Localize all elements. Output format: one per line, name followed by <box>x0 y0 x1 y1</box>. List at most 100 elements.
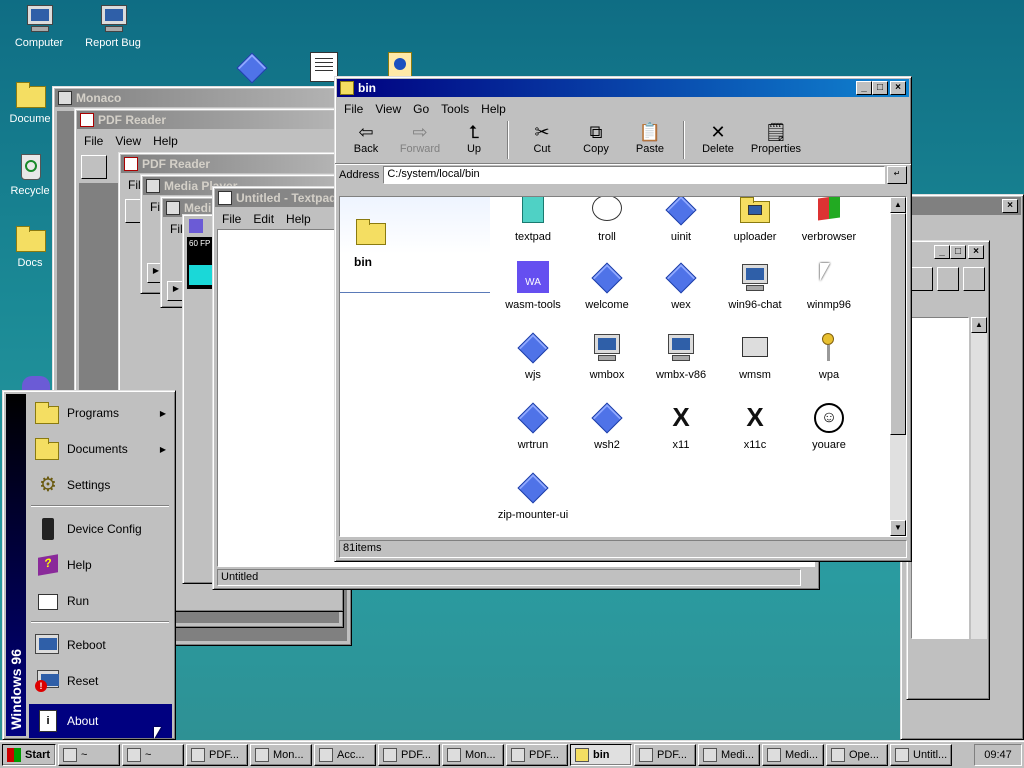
start-menu-run[interactable]: Run <box>29 584 172 618</box>
file-item-wjs[interactable]: wjs <box>496 331 570 381</box>
menu-view[interactable]: View <box>110 133 146 149</box>
explorer-window[interactable]: bin _ □ × File View Go Tools Help ⇦ Back… <box>334 76 912 562</box>
start-menu-device-config[interactable]: Device Config <box>29 512 172 546</box>
file-item-win96-chat[interactable]: win96-chat <box>718 261 792 311</box>
taskbar-button[interactable]: Untitl... <box>890 743 952 766</box>
scroll-down-button[interactable]: ▼ <box>890 520 906 536</box>
taskbar-button[interactable]: Ope... <box>826 743 888 766</box>
menu-file[interactable]: File <box>339 101 368 117</box>
close-button[interactable]: × <box>890 81 906 95</box>
menu-help[interactable]: Help <box>148 133 183 149</box>
menu-help[interactable]: Help <box>281 211 316 227</box>
file-item-wmbox[interactable]: wmbox <box>570 331 644 381</box>
window-titlebar[interactable]: _ □ × <box>909 243 987 261</box>
menu-edit[interactable]: Edit <box>248 211 279 227</box>
taskbar-button[interactable]: Mon... <box>442 743 504 766</box>
menu-view[interactable]: View <box>370 101 406 117</box>
folder-view[interactable]: bin textpad troll uinit uploader verbrowser W… <box>339 196 907 537</box>
menu-go[interactable]: Go <box>408 101 434 117</box>
menu-file[interactable]: File <box>217 211 246 227</box>
file-item-youare[interactable]: ☺ youare <box>792 401 866 451</box>
maximize-button[interactable]: □ <box>950 245 966 259</box>
minimize-button[interactable]: _ <box>934 245 950 259</box>
taskbar-button[interactable]: PDF... <box>186 743 248 766</box>
taskbar-button[interactable]: bin <box>570 743 632 766</box>
taskbar-button[interactable]: Medi... <box>762 743 824 766</box>
file-item-uploader[interactable]: uploader <box>718 197 792 243</box>
clock[interactable]: 09:47 <box>984 749 1012 761</box>
toolbar-button[interactable] <box>911 267 933 291</box>
start-menu-help[interactable]: ? Help <box>29 548 172 582</box>
start-menu-settings[interactable]: ⚙ Settings <box>29 468 172 502</box>
menu-tools[interactable]: Tools <box>436 101 474 117</box>
file-item-welcome[interactable]: welcome <box>570 261 644 311</box>
file-item-wmsm[interactable]: wmsm <box>718 331 792 381</box>
properties-button[interactable]: 🗒 Properties <box>745 121 807 155</box>
start-menu-documents[interactable]: Documents ▶ <box>29 432 172 466</box>
file-item-x11[interactable]: Xx11 <box>644 401 718 451</box>
taskbar-button[interactable]: Mon... <box>250 743 312 766</box>
taskbar-button[interactable]: Medi... <box>698 743 760 766</box>
cut-button[interactable]: ✂ Cut <box>515 121 569 155</box>
sidebar-toggle-button[interactable] <box>81 155 107 179</box>
file-item-wex[interactable]: wex <box>644 261 718 311</box>
start-menu-reset[interactable]: ! Reset <box>29 664 172 698</box>
file-item-textpad[interactable]: textpad <box>496 197 570 243</box>
window-titlebar[interactable]: × <box>903 197 1021 215</box>
desktop-icon-computer[interactable]: Computer <box>4 2 74 49</box>
taskbar-button[interactable]: PDF... <box>506 743 568 766</box>
maximize-button[interactable]: □ <box>872 81 888 95</box>
drive-icon[interactable] <box>937 267 959 291</box>
desktop-icon-docs[interactable]: Docs <box>0 222 60 269</box>
copy-button[interactable]: ⧉ Copy <box>569 121 623 155</box>
close-button[interactable]: × <box>968 245 984 259</box>
back-button[interactable]: ⇦ Back <box>339 121 393 155</box>
start-menu-programs[interactable]: Programs ▶ <box>29 396 172 430</box>
scroll-up-button[interactable]: ▲ <box>971 317 987 333</box>
start-menu-about[interactable]: i About <box>29 704 172 738</box>
go-button[interactable]: ↵ <box>887 165 907 184</box>
vertical-scrollbar[interactable]: ▲ ▼ <box>890 197 906 536</box>
file-item-verbrowser[interactable]: verbrowser <box>792 197 866 243</box>
file-item-winmp96[interactable]: winmp96 <box>792 261 866 311</box>
forward-button[interactable]: ⇨ Forward <box>393 121 447 155</box>
address-input[interactable]: C:/system/local/bin <box>383 165 885 184</box>
taskbar-button[interactable]: Acc... <box>314 743 376 766</box>
scroll-up-button[interactable]: ▲ <box>890 197 906 213</box>
background-window-right-2[interactable]: _ □ × ▲ <box>906 240 990 700</box>
file-item-wmbx-v86[interactable]: wmbx-v86 <box>644 331 718 381</box>
file-item-wasm-tools[interactable]: WA wasm-tools <box>496 261 570 311</box>
start-menu-reboot[interactable]: Reboot <box>29 628 172 662</box>
vertical-scrollbar[interactable]: ▲ <box>971 317 987 639</box>
file-item-wsh2[interactable]: wsh2 <box>570 401 644 451</box>
file-item-x11c[interactable]: Xx11c <box>718 401 792 451</box>
up-button[interactable]: ⮤ Up <box>447 121 501 155</box>
delete-button[interactable]: ✕ Delete <box>691 121 745 155</box>
desktop-icon-diamond[interactable] <box>236 52 268 84</box>
file-item-uinit[interactable]: uinit <box>644 197 718 243</box>
desktop-icon-report-bug[interactable]: Report Bug <box>78 2 148 49</box>
settings-icon[interactable] <box>963 267 985 291</box>
menu-file[interactable]: File <box>79 133 108 149</box>
file-item-zip-mounter-ui[interactable]: zip-mounter-ui <box>496 471 570 521</box>
minimize-button[interactable]: _ <box>856 81 872 95</box>
window-titlebar[interactable]: bin _ □ × <box>337 79 909 97</box>
close-button[interactable]: × <box>1002 199 1018 213</box>
taskbar-button[interactable]: PDF... <box>378 743 440 766</box>
taskbar-button[interactable]: PDF... <box>634 743 696 766</box>
taskbar-button[interactable]: ~ <box>58 743 120 766</box>
window-titlebar[interactable]: PDF Reader <box>77 111 341 129</box>
start-button[interactable]: Start <box>2 743 56 766</box>
desktop-icon-documents[interactable]: Docume <box>0 78 60 125</box>
file-item-wpa[interactable]: wpa <box>792 331 866 381</box>
desktop-icon-recycle[interactable]: Recycle <box>0 150 60 197</box>
scroll-thumb[interactable] <box>890 213 906 435</box>
menu-help[interactable]: Help <box>476 101 511 117</box>
window-titlebar[interactable]: Monaco <box>55 89 349 107</box>
taskbar-button[interactable]: ~ <box>122 743 184 766</box>
back-label: Back <box>353 143 379 155</box>
window-titlebar[interactable]: PDF Reader <box>121 155 341 173</box>
file-item-troll[interactable]: troll <box>570 197 644 243</box>
paste-button[interactable]: 📋 Paste <box>623 121 677 155</box>
file-item-wrtrun[interactable]: wrtrun <box>496 401 570 451</box>
